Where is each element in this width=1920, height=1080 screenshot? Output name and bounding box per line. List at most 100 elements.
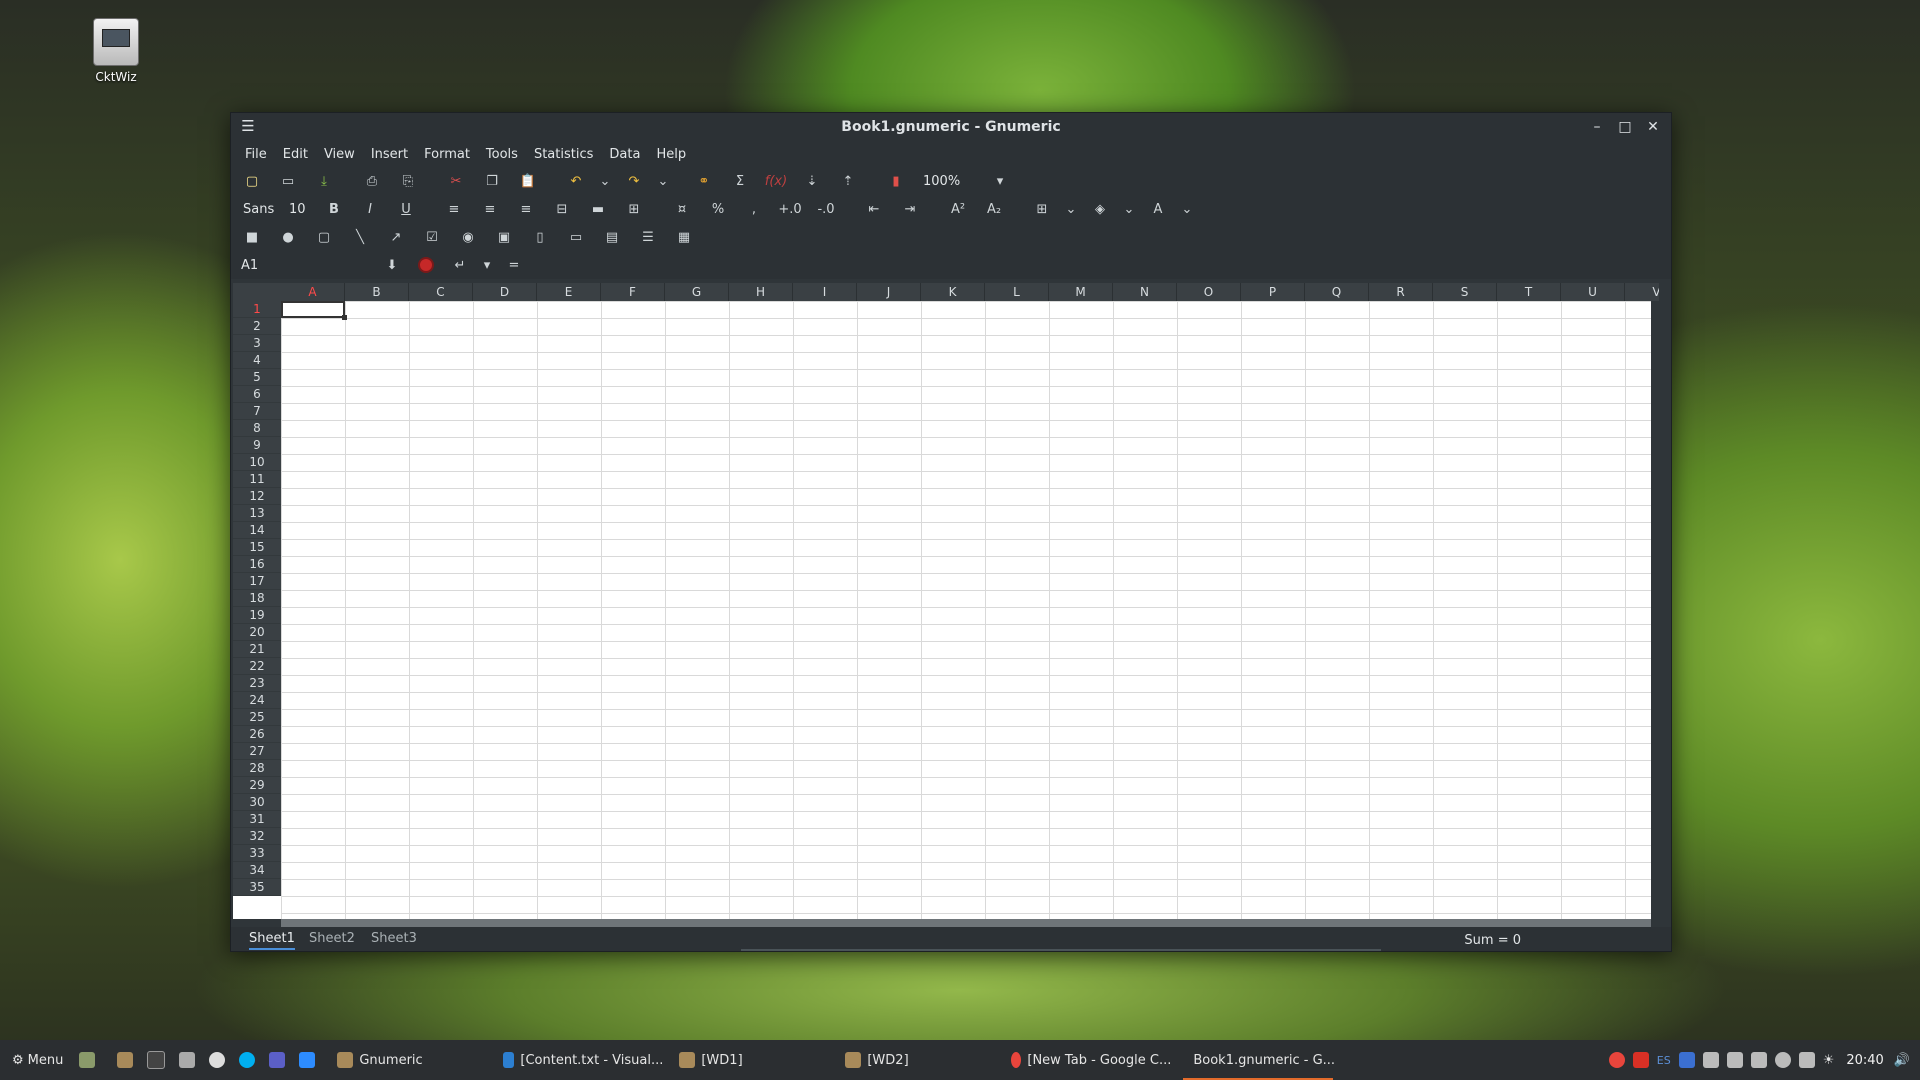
cancel-edit-icon[interactable] bbox=[413, 254, 439, 276]
sheet-tab-3[interactable]: Sheet3 bbox=[371, 931, 417, 946]
row-header-15[interactable]: 15 bbox=[233, 539, 281, 556]
row-header-35[interactable]: 35 bbox=[233, 879, 281, 896]
column-header-r[interactable]: R bbox=[1369, 283, 1433, 301]
column-header-d[interactable]: D bbox=[473, 283, 537, 301]
subscript-icon[interactable]: A₂ bbox=[981, 198, 1007, 220]
spinbutton-tool-icon[interactable]: ▤ bbox=[599, 226, 625, 248]
row-header-26[interactable]: 26 bbox=[233, 726, 281, 743]
select-all-corner[interactable] bbox=[233, 283, 281, 301]
combo-tool-icon[interactable]: ▦ bbox=[671, 226, 697, 248]
redo-icon[interactable]: ↷ bbox=[621, 170, 647, 192]
row-header-30[interactable]: 30 bbox=[233, 794, 281, 811]
hyperlink-icon[interactable]: ⚭ bbox=[691, 170, 717, 192]
sort-ascending-icon[interactable]: ⇣ bbox=[799, 170, 825, 192]
launcher-files[interactable] bbox=[113, 1040, 143, 1080]
column-header-k[interactable]: K bbox=[921, 283, 985, 301]
menu-data[interactable]: Data bbox=[601, 147, 648, 162]
font-size-field[interactable]: 10 bbox=[289, 202, 311, 217]
row-header-27[interactable]: 27 bbox=[233, 743, 281, 760]
row-header-32[interactable]: 32 bbox=[233, 828, 281, 845]
user-icon[interactable] bbox=[1774, 1052, 1791, 1068]
row-header-31[interactable]: 31 bbox=[233, 811, 281, 828]
column-header-j[interactable]: J bbox=[857, 283, 921, 301]
menu-tools[interactable]: Tools bbox=[478, 147, 526, 162]
network-icon[interactable] bbox=[1702, 1052, 1719, 1068]
paste-icon[interactable]: 📋 bbox=[515, 170, 541, 192]
task-gnumeric[interactable]: Gnumeric bbox=[333, 1040, 491, 1080]
active-cell-a1[interactable] bbox=[281, 301, 347, 320]
align-center-icon[interactable]: ≡ bbox=[477, 198, 503, 220]
clipboard-icon[interactable] bbox=[1726, 1052, 1743, 1068]
borders-icon[interactable]: ⊞ bbox=[1029, 198, 1055, 220]
row-header-25[interactable]: 25 bbox=[233, 709, 281, 726]
column-header-c[interactable]: C bbox=[409, 283, 473, 301]
borders-dropdown-icon[interactable]: ⌄ bbox=[1065, 198, 1077, 220]
row-header-4[interactable]: 4 bbox=[233, 352, 281, 369]
wifi-icon[interactable] bbox=[1798, 1052, 1815, 1068]
gmail-icon[interactable] bbox=[1632, 1052, 1649, 1068]
task-book1-gnumeric[interactable]: Book1.gnumeric - G... bbox=[1183, 1040, 1335, 1080]
row-header-24[interactable]: 24 bbox=[233, 692, 281, 709]
close-button[interactable]: ✕ bbox=[1643, 117, 1663, 137]
chrome-tray-icon[interactable] bbox=[1608, 1052, 1625, 1068]
radio-tool-icon[interactable]: ◉ bbox=[455, 226, 481, 248]
row-header-16[interactable]: 16 bbox=[233, 556, 281, 573]
row-header-23[interactable]: 23 bbox=[233, 675, 281, 692]
fill-color-dropdown-icon[interactable]: ⌄ bbox=[1123, 198, 1135, 220]
launcher-skype[interactable] bbox=[235, 1040, 265, 1080]
brightness-icon[interactable]: ☀ bbox=[1823, 1053, 1835, 1068]
column-header-s[interactable]: S bbox=[1433, 283, 1497, 301]
task-chrome[interactable]: [New Tab - Google C... bbox=[1007, 1040, 1175, 1080]
underline-icon[interactable]: U bbox=[393, 198, 419, 220]
row-header-13[interactable]: 13 bbox=[233, 505, 281, 522]
launcher-obs[interactable] bbox=[205, 1040, 235, 1080]
column-header-a[interactable]: A bbox=[281, 283, 345, 301]
menu-edit[interactable]: Edit bbox=[275, 147, 316, 162]
row-header-5[interactable]: 5 bbox=[233, 369, 281, 386]
split-cells-icon[interactable]: ⊞ bbox=[621, 198, 647, 220]
column-header-o[interactable]: O bbox=[1177, 283, 1241, 301]
column-header-v[interactable]: V bbox=[1625, 283, 1659, 301]
chart-icon[interactable]: ▮ bbox=[883, 170, 909, 192]
decrease-indent-icon[interactable]: ⇤ bbox=[861, 198, 887, 220]
language-indicator[interactable]: ES bbox=[1657, 1054, 1671, 1067]
row-header-1[interactable]: 1 bbox=[233, 301, 281, 318]
open-file-icon[interactable]: ▭ bbox=[275, 170, 301, 192]
italic-icon[interactable]: I bbox=[357, 198, 383, 220]
scrollbar-tool-icon[interactable]: ▯ bbox=[527, 226, 553, 248]
print-preview-icon[interactable]: ⎘ bbox=[395, 170, 421, 192]
cell-ref-dropdown-icon[interactable]: ⬇ bbox=[379, 254, 405, 276]
rectangle-tool-icon[interactable]: ■ bbox=[239, 226, 265, 248]
frame-tool-icon[interactable]: ▢ bbox=[311, 226, 337, 248]
maximize-button[interactable]: □ bbox=[1615, 117, 1635, 137]
currency-icon[interactable]: ¤ bbox=[669, 198, 695, 220]
button-tool-icon[interactable]: ▣ bbox=[491, 226, 517, 248]
notes-icon[interactable] bbox=[1750, 1052, 1767, 1068]
row-header-21[interactable]: 21 bbox=[233, 641, 281, 658]
task-vscode[interactable]: [Content.txt - Visual... bbox=[499, 1040, 667, 1080]
zoom-dropdown-icon[interactable]: ▾ bbox=[993, 170, 1007, 192]
slider-tool-icon[interactable]: ▭ bbox=[563, 226, 589, 248]
superscript-icon[interactable]: A² bbox=[945, 198, 971, 220]
row-header-17[interactable]: 17 bbox=[233, 573, 281, 590]
redo-dropdown-icon[interactable]: ⌄ bbox=[657, 170, 669, 192]
column-header-q[interactable]: Q bbox=[1305, 283, 1369, 301]
row-header-29[interactable]: 29 bbox=[233, 777, 281, 794]
row-header-34[interactable]: 34 bbox=[233, 862, 281, 879]
menu-statistics[interactable]: Statistics bbox=[526, 147, 601, 162]
arrow-tool-icon[interactable]: ↗ bbox=[383, 226, 409, 248]
cut-icon[interactable]: ✂ bbox=[443, 170, 469, 192]
font-color-icon[interactable]: A bbox=[1145, 198, 1171, 220]
font-color-dropdown-icon[interactable]: ⌄ bbox=[1181, 198, 1193, 220]
cell-grid[interactable] bbox=[281, 301, 1651, 919]
cell-reference-field[interactable]: A1 bbox=[241, 258, 371, 273]
accept-edit-icon[interactable]: ↵ bbox=[447, 254, 473, 276]
column-header-f[interactable]: F bbox=[601, 283, 665, 301]
align-left-icon[interactable]: ≡ bbox=[441, 198, 467, 220]
list-tool-icon[interactable]: ☰ bbox=[635, 226, 661, 248]
column-header-m[interactable]: M bbox=[1049, 283, 1113, 301]
increase-indent-icon[interactable]: ⇥ bbox=[897, 198, 923, 220]
start-menu-button[interactable]: ⚙ Menu bbox=[8, 1040, 67, 1080]
bold-icon[interactable]: B bbox=[321, 198, 347, 220]
copy-icon[interactable]: ❐ bbox=[479, 170, 505, 192]
